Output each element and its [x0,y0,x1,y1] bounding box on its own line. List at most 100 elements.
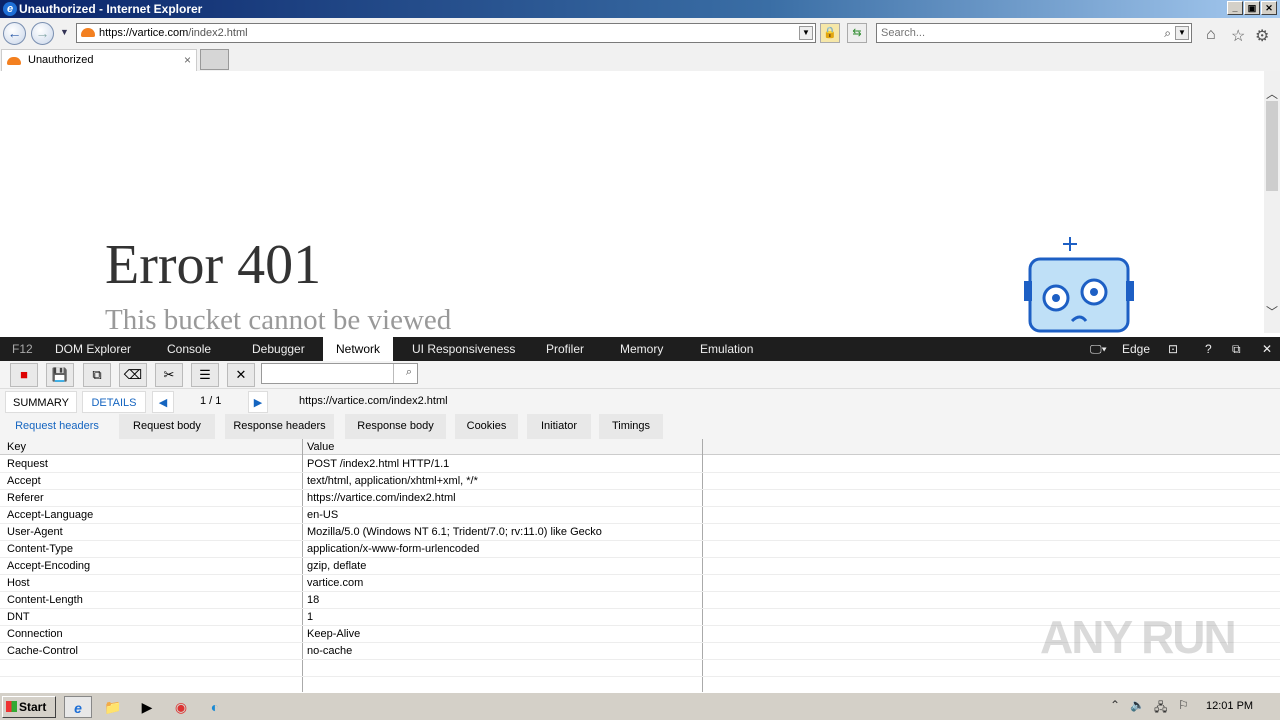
tab-network[interactable]: Network [323,337,393,361]
table-row[interactable]: Content-Length 18 [0,592,1280,609]
window-title-bar: e Unauthorized - Internet Explorer _ ▣ ✕ [0,0,1280,18]
network-icon[interactable]: 🖧 [1154,698,1167,719]
undock-icon[interactable]: ⧉ [1232,337,1241,361]
column-key-header[interactable]: Key [7,441,26,453]
site-favicon-icon [81,28,95,37]
window-title: Unauthorized - Internet Explorer [19,2,203,16]
tab-unauthorized[interactable]: Unauthorized × [1,49,197,71]
maximize-button[interactable]: ▣ [1244,1,1260,15]
header-value: en-US [307,509,339,521]
tab-emulation[interactable]: Emulation [700,337,753,361]
next-request-icon[interactable]: ▶ [248,391,268,413]
clear-cache-icon[interactable]: ✂ [155,363,183,387]
header-key: Content-Type [7,543,74,555]
scroll-up-icon[interactable]: ︿ [1266,85,1278,102]
lock-icon[interactable]: 🔒 [820,23,840,43]
table-row[interactable]: Content-Type application/x-www-form-urlen… [0,541,1280,558]
previous-request-icon[interactable]: ◀ [152,391,174,413]
filter-search-icon[interactable]: ⌕ [406,366,412,379]
table-row[interactable]: User-Agent Mozilla/5.0 (Windows NT 6.1; T… [0,524,1280,541]
header-key: Connection [7,628,63,640]
header-key: Accept [7,475,41,487]
table-row[interactable]: Accept-Encoding gzip, deflate [0,558,1280,575]
document-mode-selector[interactable]: Edge [1122,337,1150,361]
summary-button[interactable]: SUMMARY [5,391,77,413]
tab-ui-responsiveness[interactable]: UI Responsiveness [412,337,515,361]
copy-icon[interactable]: ⧉ [83,363,111,387]
subtab-timings[interactable]: Timings [599,414,663,439]
header-key: Request [7,458,48,470]
back-button[interactable]: ← [3,22,26,45]
search-icon[interactable]: ⌕ [1164,26,1171,41]
taskbar-explorer-icon[interactable]: 📁 [99,696,127,718]
export-save-icon[interactable]: 💾 [46,363,74,387]
taskbar-edge-icon[interactable]: ◐ [201,696,229,718]
console-toggle-icon[interactable]: ⊡ [1168,337,1178,361]
history-dropdown-icon[interactable]: ▼ [60,27,69,37]
table-row[interactable]: Accept-Language en-US [0,507,1280,524]
taskbar-ie-icon[interactable]: e [64,696,92,718]
start-button[interactable]: Start [2,696,56,718]
target-selector-icon[interactable]: 🖵▾ [1090,337,1107,361]
network-filter-input[interactable] [262,364,394,383]
network-filter-box[interactable]: ⌕ [261,363,418,384]
filter-list-icon[interactable]: ☰ [191,363,219,387]
action-center-flag-icon[interactable]: ⚐ [1178,698,1189,712]
subtab-response-headers[interactable]: Response headers [225,414,334,439]
page-viewport: Error 401 This bucket cannot be viewed [0,71,1264,333]
home-icon[interactable]: ⌂ [1206,26,1216,44]
address-url[interactable]: https://vartice.com/index2.html [99,27,248,39]
subtab-request-body[interactable]: Request body [119,414,215,439]
new-tab-button[interactable] [200,49,229,70]
clear-icon[interactable]: ✕ [227,363,255,387]
scrollbar-thumb[interactable] [1266,101,1278,191]
close-window-button[interactable]: ✕ [1261,1,1277,15]
header-value: 1 [307,611,314,623]
header-value: application/x-www-form-urlencoded [307,543,480,555]
minimize-button[interactable]: _ [1227,1,1243,15]
subtab-cookies[interactable]: Cookies [455,414,518,439]
favorites-star-icon[interactable]: ☆ [1231,26,1245,46]
clock[interactable]: 12:01 PM [1206,700,1253,712]
table-row[interactable]: Host vartice.com [0,575,1280,592]
tab-dom-explorer[interactable]: DOM Explorer [55,337,131,361]
forward-button[interactable]: → [31,22,54,45]
stop-recording-icon[interactable]: ■ [10,363,38,387]
page-scrollbar[interactable]: ︿ ﹀ [1264,71,1280,333]
subtab-response-body[interactable]: Response body [345,414,446,439]
request-counter: 1 / 1 [200,395,222,407]
address-bar[interactable]: https://vartice.com/index2.html ▼ [76,23,816,43]
refresh-icon[interactable]: ⇆ [847,23,867,43]
tray-expand-icon[interactable]: ⌃ [1110,698,1120,712]
subtab-request-headers[interactable]: Request headers [5,414,109,439]
column-value-header[interactable]: Value [307,441,334,453]
details-subtabs: Request headers Request body Response he… [0,414,1280,439]
header-value: no-cache [307,645,353,657]
tab-profiler[interactable]: Profiler [546,337,584,361]
tab-memory[interactable]: Memory [620,337,663,361]
taskbar-media-player-icon[interactable]: ▶ [133,696,161,718]
search-dropdown-icon[interactable]: ▼ [1175,26,1189,40]
network-toolbar: ■ 💾 ⧉ ⌫ ✂ ☰ ✕ ⌕ [0,361,1280,388]
search-box[interactable]: ⌕ ▼ [876,23,1192,43]
error-subheading: This bucket cannot be viewed [105,304,452,333]
table-row[interactable]: Request POST /index2.html HTTP/1.1 [0,456,1280,473]
header-key: Cache-Control [7,645,78,657]
settings-gear-icon[interactable]: ⚙ [1255,26,1269,46]
tab-console[interactable]: Console [167,337,211,361]
tab-close-button[interactable]: × [184,53,191,67]
subtab-initiator[interactable]: Initiator [527,414,591,439]
address-dropdown-icon[interactable]: ▼ [799,26,813,40]
help-icon[interactable]: ? [1205,337,1212,361]
table-row[interactable]: Referer https://vartice.com/index2.html [0,490,1280,507]
volume-icon[interactable]: 🔈 [1130,698,1145,712]
search-input[interactable] [881,26,1151,40]
table-row[interactable]: Accept text/html, application/xhtml+xml, … [0,473,1280,490]
scroll-down-icon[interactable]: ﹀ [1266,303,1278,320]
details-button[interactable]: DETAILS [82,391,146,413]
header-value: vartice.com [307,577,364,589]
tab-debugger[interactable]: Debugger [252,337,305,361]
clear-entries-icon[interactable]: ⌫ [119,363,147,387]
taskbar-chrome-icon[interactable]: ◉ [167,696,195,718]
close-devtools-icon[interactable]: ✕ [1262,337,1272,361]
